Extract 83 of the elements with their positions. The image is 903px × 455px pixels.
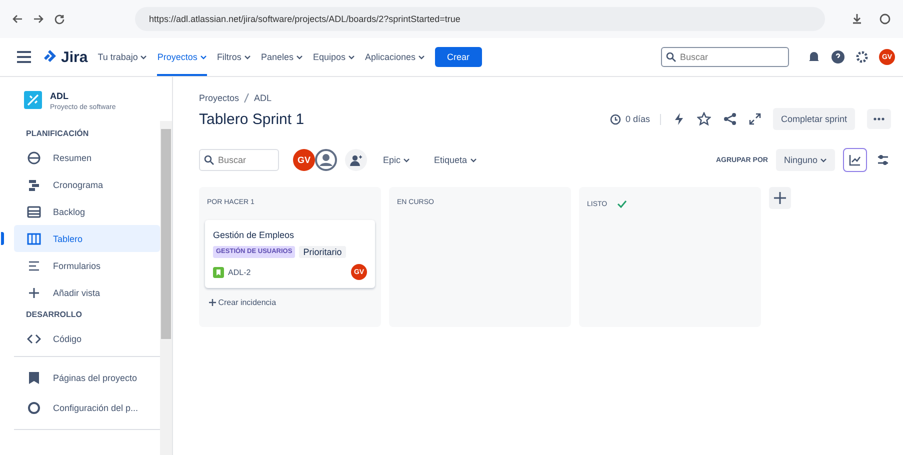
chevron-down-icon xyxy=(820,158,827,164)
jira-logo-text: Jira xyxy=(61,48,88,66)
nav-menu-item[interactable]: Paneles xyxy=(260,38,303,76)
address-bar[interactable]: https://adl.atlassian.net/jira/software/projects/ADL/boards/2?sprintStarted=true xyxy=(135,7,825,31)
issue-key: ADL-2 xyxy=(228,268,251,276)
filter-dropdown[interactable]: Epic xyxy=(375,151,418,169)
more-icon xyxy=(873,117,885,121)
person-avatar-icon[interactable] xyxy=(315,149,337,171)
search-field[interactable]: Buscar xyxy=(661,47,789,67)
create-button[interactable]: Crear xyxy=(435,47,482,67)
plus-icon xyxy=(209,299,216,306)
section-heading: DESARROLLO xyxy=(25,309,83,321)
sidebar-item[interactable]: Backlog xyxy=(14,198,160,225)
search-icon xyxy=(666,52,676,62)
user-avatar[interactable]: GV xyxy=(293,149,315,171)
more-button[interactable] xyxy=(867,109,891,129)
create-issue-button[interactable]: Crear incidencia xyxy=(205,288,280,307)
chevron-down-icon xyxy=(296,55,303,60)
expand-icon[interactable] xyxy=(748,113,761,125)
menu-icon[interactable] xyxy=(16,50,32,64)
forward-icon[interactable] xyxy=(33,14,44,24)
forms-icon xyxy=(27,258,41,272)
chart-icon xyxy=(849,154,861,166)
chevron-down-icon xyxy=(200,55,207,60)
sidebar-item[interactable]: Cronograma xyxy=(14,171,160,198)
story-icon xyxy=(213,266,224,278)
project-name[interactable]: ADL xyxy=(50,91,116,101)
project-avatar-icon xyxy=(24,91,42,109)
share-icon[interactable] xyxy=(722,112,737,126)
backlog-icon xyxy=(27,204,41,218)
plus-icon xyxy=(774,192,786,204)
search-icon xyxy=(204,155,214,165)
add-column-button[interactable] xyxy=(769,187,791,209)
lightning-icon[interactable] xyxy=(672,112,685,126)
sidebar-item[interactable]: Resumen xyxy=(14,144,160,171)
person-add-icon xyxy=(350,154,362,166)
chevron-down-icon xyxy=(418,55,426,60)
plus-icon xyxy=(27,286,41,300)
nav-menu-item[interactable]: Tu trabajo xyxy=(98,38,148,76)
nav-menu-item[interactable]: Equipos xyxy=(312,38,355,76)
issue-title: Gestión de Empleos xyxy=(213,230,296,240)
label-tag: Prioritario xyxy=(299,246,346,258)
chevron-down-icon xyxy=(140,55,148,60)
clock-icon xyxy=(610,114,622,124)
download-icon[interactable] xyxy=(851,13,863,25)
nav-menu-item[interactable]: Aplicaciones xyxy=(365,38,426,76)
globe-icon xyxy=(27,150,41,164)
breadcrumb-link[interactable]: ADL xyxy=(254,93,272,103)
nav-menu-item[interactable]: Filtros xyxy=(216,38,251,76)
help-icon[interactable] xyxy=(831,50,845,64)
sidebar-item[interactable]: Código xyxy=(14,325,160,352)
insights-button[interactable] xyxy=(843,148,867,172)
back-icon[interactable] xyxy=(12,14,23,24)
nav-menu-item[interactable]: Proyectos xyxy=(157,38,207,76)
breadcrumb-link[interactable]: Proyectos xyxy=(199,93,240,103)
group-by-dropdown[interactable]: Ninguno xyxy=(776,149,835,171)
star-icon[interactable] xyxy=(696,112,711,126)
board-search-field[interactable]: Buscar xyxy=(199,149,279,171)
complete-sprint-button[interactable]: Completar sprint xyxy=(772,108,855,130)
sidebar-item[interactable]: Formularios xyxy=(14,252,160,279)
bell-icon[interactable] xyxy=(807,50,821,64)
view-settings-button[interactable] xyxy=(875,152,891,168)
code-icon xyxy=(27,332,41,346)
board-icon xyxy=(27,232,41,246)
section-heading: PLANIFICACIÓN xyxy=(25,128,90,140)
jira-logo-icon[interactable] xyxy=(42,49,58,65)
add-people-button[interactable] xyxy=(345,149,367,171)
timeline-icon xyxy=(27,178,41,192)
chevron-down-icon xyxy=(403,158,410,164)
reload-icon[interactable] xyxy=(54,14,65,24)
filter-dropdown[interactable]: Etiqueta xyxy=(426,151,485,169)
chevron-down-icon xyxy=(244,55,251,60)
sidebar-item[interactable]: Páginas del proyecto xyxy=(14,363,160,393)
sidebar-item[interactable]: Configuración del p... xyxy=(14,393,160,423)
sidebar-item[interactable]: Añadir vista xyxy=(14,279,160,306)
chevron-down-icon xyxy=(470,158,477,164)
scrollbar-thumb[interactable] xyxy=(161,129,171,339)
days-remaining: 0 días xyxy=(625,114,650,124)
bookmark-icon xyxy=(27,371,41,385)
sliders-icon xyxy=(877,154,889,166)
breadcrumb-separator xyxy=(244,93,250,103)
chevron-down-icon xyxy=(348,55,355,60)
board-title: Tablero Sprint 1 xyxy=(199,110,304,128)
